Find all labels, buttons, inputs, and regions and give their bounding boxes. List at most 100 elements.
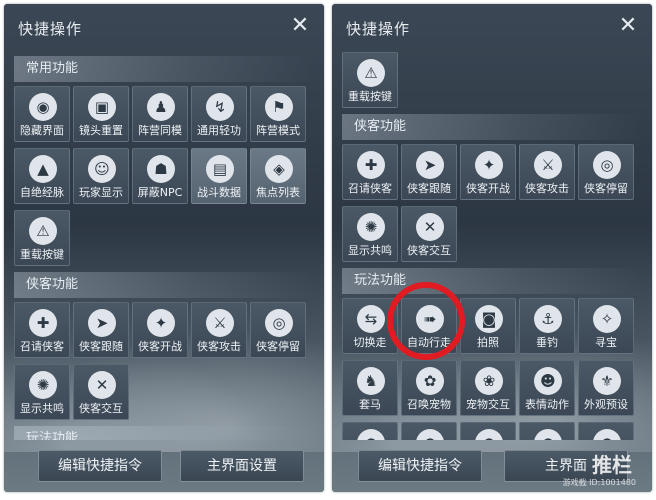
function-tile[interactable]: ☺ 玩家显示 <box>73 148 129 204</box>
tile-label: 屏蔽NPC <box>137 186 183 199</box>
eye-icon: ◉ <box>29 93 57 121</box>
walk-icon: ⇆ <box>357 305 385 333</box>
player-icon: ☺ <box>88 155 116 183</box>
more-icon: ● <box>475 429 503 440</box>
function-tile[interactable]: ✺ 显示共鸣 <box>342 206 398 262</box>
tile-row: ✚ 召请侠客 ➤ 侠客跟随 ✦ 侠客开战 ⚔ 侠客攻击 ◎ 侠客停留 <box>14 302 314 358</box>
function-tile[interactable]: ✚ 召请侠客 <box>14 302 70 358</box>
npc-icon: ☗ <box>147 155 175 183</box>
close-icon[interactable]: ✕ <box>616 14 640 38</box>
function-tile[interactable]: ➤ 侠客跟随 <box>401 144 457 200</box>
tile-label: 重载按键 <box>20 248 64 261</box>
function-tile[interactable]: ➤ 侠客跟随 <box>73 302 129 358</box>
tile-label: 镜头重置 <box>79 124 123 137</box>
function-tile[interactable]: ✿ 召唤宠物 <box>401 360 457 416</box>
function-tile[interactable]: ✕ 侠客交互 <box>401 206 457 262</box>
tile-label: 重载按键 <box>348 90 392 103</box>
tile-label: 侠客交互 <box>407 244 451 257</box>
function-tile[interactable]: ● <box>342 422 398 440</box>
tile-label: 垂钓 <box>536 336 558 349</box>
pet-icon: ✿ <box>416 367 444 395</box>
section-header: 玩法功能 <box>14 426 314 440</box>
function-tile[interactable]: ⚠ 重载按键 <box>14 210 70 266</box>
treasure-icon: ✧ <box>593 305 621 333</box>
tile-label: 侠客跟随 <box>79 340 123 353</box>
function-tile[interactable]: ♞ 套马 <box>342 360 398 416</box>
more-icon: ● <box>534 429 562 440</box>
section-header: 侠客功能 <box>14 272 314 298</box>
tile-label: 显示共鸣 <box>348 244 392 257</box>
function-tile[interactable]: ● <box>578 422 634 440</box>
function-tile[interactable]: ● <box>519 422 575 440</box>
tile-label: 焦点列表 <box>256 186 300 199</box>
tile-label: 战斗数据 <box>197 186 241 199</box>
quick-actions-panel-right: 快捷操作 ✕ ⚠ 重载按键侠客功能 ✚ 召请侠客 ➤ 侠客跟随 ✦ 侠客开战 ⚔ 侠客攻击 ◎ 侠客停… <box>332 4 652 492</box>
function-tile[interactable]: ☗ 屏蔽NPC <box>132 148 188 204</box>
function-tile[interactable]: ⚔ 侠客攻击 <box>519 144 575 200</box>
function-tile[interactable]: ↯ 通用轻功 <box>191 86 247 142</box>
function-tile[interactable]: ◈ 焦点列表 <box>250 148 306 204</box>
tile-row: ⚠ 重载按键 <box>342 52 642 108</box>
function-tile[interactable]: ✚ 召请侠客 <box>342 144 398 200</box>
panel-title: 快捷操作 <box>346 20 411 38</box>
tile-row: ✚ 召请侠客 ➤ 侠客跟随 ✦ 侠客开战 ⚔ 侠客攻击 ◎ 侠客停留 <box>342 144 642 200</box>
function-tile[interactable]: ⚑ 阵营模式 <box>250 86 306 142</box>
camera-icon: ▣ <box>88 93 116 121</box>
function-tile[interactable]: ⚔ 侠客攻击 <box>191 302 247 358</box>
function-tile[interactable]: ✕ 侠客交互 <box>73 364 129 420</box>
function-list[interactable]: 常用功能 ◉ 隐藏界面 ▣ 镜头重置 ♟ 阵营同模 ↯ 通用轻功 ⚑ 阵营模式 ▲ 自绝经脉 ☺ 玩家显示 ☗… <box>14 56 314 440</box>
pet-interact-icon: ❀ <box>475 367 503 395</box>
tile-label: 侠客开战 <box>466 182 510 195</box>
function-tile[interactable]: ▣ 镜头重置 <box>73 86 129 142</box>
function-tile[interactable]: ◎ 侠客停留 <box>578 144 634 200</box>
tile-label: 侠客攻击 <box>197 340 241 353</box>
tile-label: 隐藏界面 <box>20 124 64 137</box>
section-header: 玩法功能 <box>342 268 642 294</box>
tile-label: 表情动作 <box>525 398 569 411</box>
function-tile[interactable]: ☻ 表情动作 <box>519 360 575 416</box>
function-tile[interactable]: ▤ 战斗数据 <box>191 148 247 204</box>
function-tile[interactable]: ⚓ 垂钓 <box>519 298 575 354</box>
quick-actions-panel-left: 快捷操作 ✕ 常用功能 ◉ 隐藏界面 ▣ 镜头重置 ♟ 阵营同模 ↯ 通用轻功 ⚑ 阵营模式 ▲ 自绝经… <box>4 4 324 492</box>
tile-label: 侠客停留 <box>584 182 628 195</box>
resonance-icon: ✺ <box>29 371 57 399</box>
main-ui-settings-button[interactable]: 主界面设置 <box>180 450 304 482</box>
function-list[interactable]: ⚠ 重载按键侠客功能 ✚ 召请侠客 ➤ 侠客跟随 ✦ 侠客开战 ⚔ 侠客攻击 ◎ 侠客停留 ✺ 显示共鸣 ✕… <box>342 52 642 440</box>
edit-shortcuts-button[interactable]: 编辑快捷指令 <box>358 450 482 482</box>
close-icon[interactable]: ✕ <box>288 14 312 38</box>
function-tile[interactable]: ● <box>401 422 457 440</box>
banner-icon: ⚑ <box>265 93 293 121</box>
function-tile[interactable]: ◉ 隐藏界面 <box>14 86 70 142</box>
function-tile[interactable]: ✺ 显示共鸣 <box>14 364 70 420</box>
panel-title: 快捷操作 <box>18 20 83 38</box>
interact-icon: ✕ <box>88 371 116 399</box>
highlight-circle <box>387 282 465 360</box>
horse-icon: ♞ <box>357 367 385 395</box>
section-header: 侠客功能 <box>342 114 642 140</box>
tile-row: ● ● ● ● ● <box>342 422 642 440</box>
function-tile[interactable]: ◙ 拍照 <box>460 298 516 354</box>
function-tile[interactable]: ● <box>460 422 516 440</box>
tile-label: 召唤宠物 <box>407 398 451 411</box>
tile-label: 阵营模式 <box>256 124 300 137</box>
emote-icon: ☻ <box>534 367 562 395</box>
tile-label: 拍照 <box>477 336 499 349</box>
function-tile[interactable]: ✦ 侠客开战 <box>132 302 188 358</box>
tile-label: 侠客跟随 <box>407 182 451 195</box>
function-tile[interactable]: ✦ 侠客开战 <box>460 144 516 200</box>
tile-row: ⚠ 重载按键 <box>14 210 314 266</box>
summon-icon: ✚ <box>357 151 385 179</box>
function-tile[interactable]: ▲ 自绝经脉 <box>14 148 70 204</box>
function-tile[interactable]: ⚜ 外观预设 <box>578 360 634 416</box>
function-tile[interactable]: ◎ 侠客停留 <box>250 302 306 358</box>
function-tile[interactable]: ♟ 阵营同模 <box>132 86 188 142</box>
function-tile[interactable]: ⚠ 重载按键 <box>342 52 398 108</box>
tile-label: 侠客攻击 <box>525 182 569 195</box>
outfit-icon: ⚜ <box>593 367 621 395</box>
edit-shortcuts-button[interactable]: 编辑快捷指令 <box>38 450 162 482</box>
leap-icon: ↯ <box>206 93 234 121</box>
function-tile[interactable]: ✧ 寻宝 <box>578 298 634 354</box>
function-tile[interactable]: ❀ 宠物交互 <box>460 360 516 416</box>
tile-label: 切换走 <box>353 336 387 349</box>
warning-icon: ⚠ <box>357 59 385 87</box>
